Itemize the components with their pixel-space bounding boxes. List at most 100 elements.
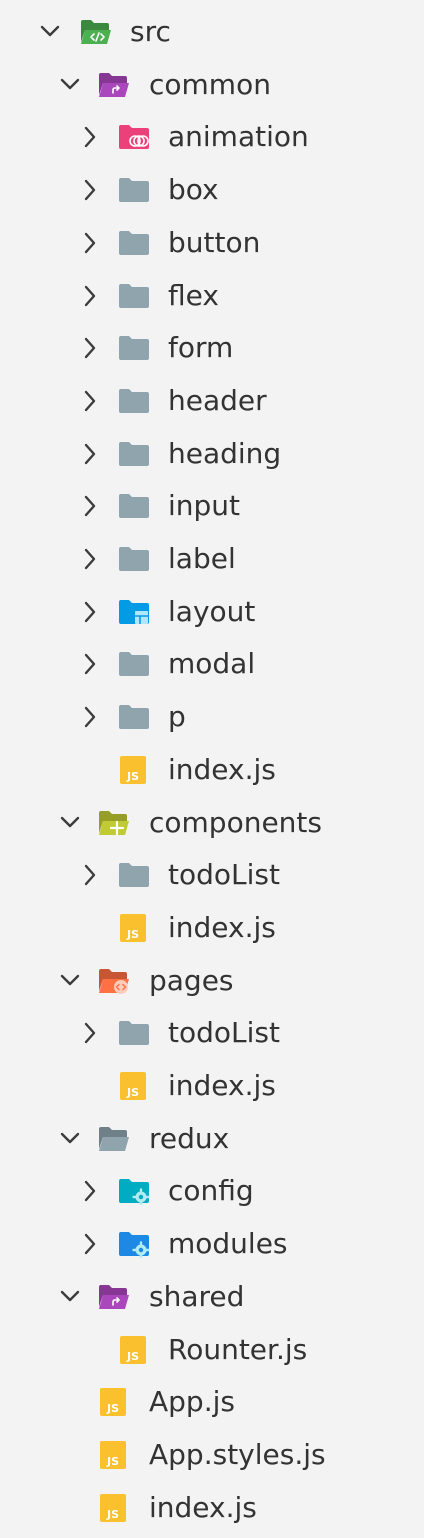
- tree-folder-components-todolist[interactable]: todoList: [0, 849, 424, 901]
- svg-text:JS: JS: [126, 770, 139, 783]
- chevron-right-icon[interactable]: [76, 545, 104, 573]
- tree-item-label: config: [168, 1174, 254, 1208]
- folder-icon: [118, 492, 150, 520]
- folder-shared-open-icon: [98, 71, 130, 99]
- tree-file-pages-index[interactable]: JS index.js: [0, 1060, 424, 1112]
- chevron-down-icon[interactable]: [56, 1125, 84, 1153]
- tree-folder-box[interactable]: box: [0, 164, 424, 216]
- tree-folder-input[interactable]: input: [0, 480, 424, 532]
- chevron-down-icon[interactable]: [36, 18, 64, 46]
- tree-item-label: modal: [168, 647, 256, 681]
- tree-item-label: label: [168, 542, 236, 575]
- chevron-right-icon[interactable]: [76, 492, 104, 520]
- tree-file-components-index[interactable]: JS index.js: [0, 902, 424, 954]
- chevron-right-icon[interactable]: [76, 703, 104, 731]
- chevron-right-icon[interactable]: [76, 598, 104, 626]
- svg-text:JS: JS: [126, 928, 139, 941]
- js-file-icon: JS: [118, 755, 150, 784]
- tree-item-label: shared: [149, 1279, 245, 1313]
- tree-folder-config[interactable]: config: [0, 1165, 424, 1217]
- chevron-right-icon[interactable]: [76, 1019, 104, 1047]
- file-explorer-tree: src common animation box button flex form heade…: [0, 0, 424, 1538]
- tree-file-src-index[interactable]: JS index.js: [0, 1482, 424, 1534]
- tree-file-common-index[interactable]: JS index.js: [0, 744, 424, 796]
- folder-icon: [118, 861, 150, 889]
- svg-text:JS: JS: [106, 1402, 119, 1415]
- tree-folder-src[interactable]: src: [0, 6, 424, 58]
- tree-folder-modules[interactable]: modules: [0, 1218, 424, 1270]
- chevron-right-icon[interactable]: [76, 1230, 104, 1258]
- chevron-right-icon[interactable]: [76, 1177, 104, 1205]
- tree-folder-label[interactable]: label: [0, 533, 424, 585]
- tree-item-label: box: [168, 173, 219, 207]
- chevron-down-icon[interactable]: [56, 71, 84, 99]
- svg-text:JS: JS: [126, 1086, 139, 1099]
- tree-file-app[interactable]: JS App.js: [0, 1376, 424, 1428]
- tree-item-label: heading: [168, 436, 282, 470]
- folder-icon: [118, 440, 150, 468]
- tree-folder-common[interactable]: common: [0, 59, 424, 111]
- chevron-right-icon[interactable]: [76, 440, 104, 468]
- chevron-down-icon[interactable]: [56, 1283, 84, 1311]
- tree-item-label: todoList: [168, 858, 280, 892]
- tree-item-label: App.styles.js: [149, 1437, 326, 1471]
- tree-folder-button[interactable]: button: [0, 217, 424, 269]
- tree-item-label: App.js: [149, 1385, 235, 1419]
- folder-config-icon: [118, 1177, 150, 1206]
- chevron-right-icon[interactable]: [76, 334, 104, 362]
- tree-item-label: input: [168, 489, 241, 523]
- tree-folder-form[interactable]: form: [0, 322, 424, 374]
- tree-item-label: form: [168, 331, 234, 365]
- folder-animation-icon: [118, 123, 150, 151]
- tree-folder-heading[interactable]: heading: [0, 428, 424, 480]
- chevron-right-icon[interactable]: [76, 650, 104, 678]
- svg-text:JS: JS: [126, 1350, 139, 1363]
- folder-open-icon: [98, 1125, 130, 1153]
- folder-icon: [118, 334, 150, 362]
- chevron-right-icon[interactable]: [76, 123, 104, 151]
- tree-folder-animation[interactable]: animation: [0, 111, 424, 163]
- chevron-right-icon[interactable]: [76, 229, 104, 257]
- tree-item-label: p: [168, 700, 186, 734]
- chevron-down-icon[interactable]: [56, 967, 84, 995]
- chevron-right-icon[interactable]: [76, 282, 104, 310]
- folder-layout-icon: [118, 598, 150, 626]
- tree-folder-redux[interactable]: redux: [0, 1113, 424, 1165]
- folder-icon: [118, 387, 150, 415]
- tree-item-label: modules: [168, 1227, 288, 1261]
- tree-item-label: components: [149, 805, 322, 839]
- tree-item-label: redux: [149, 1121, 230, 1155]
- folder-modules-icon: [118, 1230, 150, 1259]
- tree-file-router[interactable]: JS Rounter.js: [0, 1324, 424, 1376]
- folder-views-open-icon: [98, 967, 130, 995]
- tree-item-label: pages: [149, 963, 234, 997]
- tree-item-label: button: [168, 225, 261, 259]
- tree-folder-pages-todolist[interactable]: todoList: [0, 1007, 424, 1059]
- chevron-right-icon[interactable]: [76, 176, 104, 204]
- tree-item-label: flex: [168, 278, 219, 312]
- chevron-right-icon[interactable]: [76, 861, 104, 889]
- tree-folder-layout[interactable]: layout: [0, 586, 424, 638]
- tree-folder-modal[interactable]: modal: [0, 638, 424, 690]
- tree-item-label: index.js: [149, 1490, 257, 1524]
- tree-folder-flex[interactable]: flex: [0, 270, 424, 322]
- tree-file-app-styles[interactable]: JS App.styles.js: [0, 1429, 424, 1481]
- chevron-right-icon[interactable]: [76, 387, 104, 415]
- tree-item-label: index.js: [168, 1069, 276, 1102]
- svg-text:JS: JS: [106, 1508, 119, 1521]
- folder-icon: [118, 545, 150, 573]
- tree-folder-p[interactable]: p: [0, 691, 424, 743]
- js-file-icon: JS: [98, 1493, 130, 1522]
- tree-folder-components[interactable]: components: [0, 797, 424, 849]
- folder-icon: [118, 703, 150, 731]
- tree-item-label: header: [168, 383, 267, 417]
- js-file-icon: JS: [98, 1388, 130, 1417]
- js-file-icon: JS: [98, 1440, 130, 1469]
- chevron-down-icon[interactable]: [56, 809, 84, 837]
- tree-folder-shared[interactable]: shared: [0, 1271, 424, 1323]
- tree-item-label: layout: [168, 594, 256, 628]
- tree-folder-pages[interactable]: pages: [0, 955, 424, 1007]
- tree-folder-header[interactable]: header: [0, 375, 424, 427]
- js-file-icon: JS: [118, 913, 150, 942]
- folder-icon: [118, 282, 150, 310]
